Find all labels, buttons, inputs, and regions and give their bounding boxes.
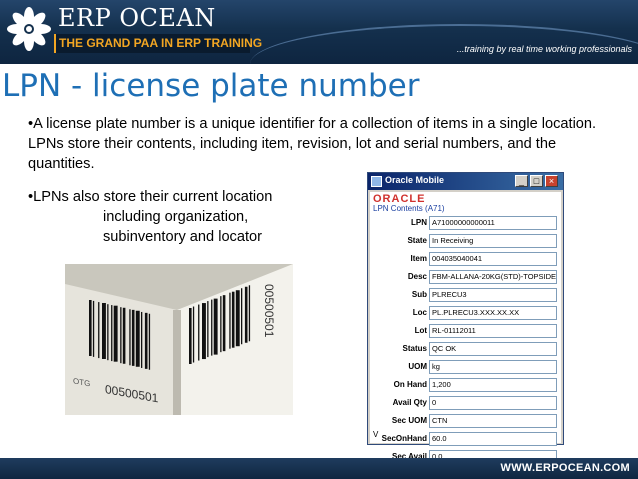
field-row-sub: Sub PLRECU3 — [370, 287, 561, 305]
field-value[interactable]: 1,200 — [429, 378, 557, 392]
field-row-uom: UOM kg — [370, 359, 561, 377]
barcode-bar — [111, 305, 113, 362]
bullet-lpn-location-line2: including organization, — [103, 209, 249, 225]
field-value[interactable]: kg — [429, 360, 557, 374]
bullet-lpn-location: •LPNs also store their current location — [28, 189, 273, 205]
erp-ocean-flower-logo — [7, 7, 51, 51]
barcode-bar — [222, 295, 226, 352]
tagline-text: THE GRAND PAA IN ERP TRAINING — [59, 36, 263, 50]
barcode-bar — [131, 309, 135, 366]
barcode-bar — [244, 286, 248, 343]
slogan-text: ...training by real time working profess… — [456, 44, 632, 54]
bullet-lpn-location-line3: subinventory and locator — [103, 229, 263, 245]
barcode-bar — [113, 305, 118, 362]
field-value[interactable]: 60.0 — [429, 432, 557, 446]
field-label: Status — [402, 344, 427, 353]
field-label: Loc — [412, 308, 427, 317]
field-label: On Hand — [393, 380, 427, 389]
barcode-bar — [192, 306, 195, 363]
field-label: LPN — [411, 218, 427, 227]
barcode-bar — [229, 292, 231, 349]
field-row-loc: Loc PL.PLRECU3.XXX.XX.XX — [370, 305, 561, 323]
maximize-icon[interactable]: □ — [530, 175, 543, 187]
field-value[interactable]: CTN — [429, 414, 557, 428]
field-row-on-hand: On Hand 1,200 — [370, 377, 561, 395]
barcode-label-photo: 00500501 OTG 00500501 — [65, 264, 293, 415]
field-row-item: Item 004035040041 — [370, 251, 561, 269]
field-value[interactable]: A71000000000011 — [429, 216, 557, 230]
barcode-bar — [129, 309, 131, 366]
oracle-mobile-window: Oracle Mobile _ □ × ORACLE LPN Contents … — [367, 172, 564, 464]
field-value[interactable]: PL.PLRECU3.XXX.XX.XX — [429, 306, 557, 320]
close-icon[interactable]: × — [545, 175, 558, 187]
barcode-bar — [235, 290, 240, 347]
barcode-photo-graphic: 00500501 OTG 00500501 — [65, 264, 293, 415]
lpn-contents-heading: LPN Contents (A71) — [373, 204, 445, 213]
field-label: Item — [410, 254, 427, 263]
window-titlebar[interactable]: Oracle Mobile _ □ × — [368, 173, 563, 190]
field-row-seconhand: SecOnHand 60.0 — [370, 431, 561, 449]
field-row-desc: Desc FBM-ALLANA-20KG(STD)-TOPSIDE — [370, 269, 561, 287]
field-value[interactable]: FBM-ALLANA-20KG(STD)-TOPSIDE — [429, 270, 557, 284]
barcode-bar — [89, 300, 92, 356]
barcode-bar — [202, 303, 206, 360]
field-value[interactable]: In Receiving — [429, 234, 557, 248]
window-app-icon — [371, 176, 382, 187]
window-title: Oracle Mobile — [385, 175, 445, 185]
barcode-bar — [107, 304, 109, 361]
barcode-bar — [220, 296, 222, 353]
tagline-box: THE GRAND PAA IN ERP TRAINING — [54, 34, 262, 53]
barcode-bar — [122, 307, 126, 364]
minimize-icon[interactable]: _ — [515, 175, 528, 187]
field-value[interactable]: 0 — [429, 396, 557, 410]
window-body: ORACLE LPN Contents (A71) LPN A7100000000… — [370, 192, 561, 464]
window-status-char: V — [373, 430, 379, 439]
barcode-bar — [144, 312, 148, 369]
footer-bar: WWW.ERPOCEAN.COM — [0, 458, 638, 479]
field-label: UOM — [408, 362, 427, 371]
field-row-avail-qty: Avail Qty 0 — [370, 395, 561, 413]
barcode-bar — [207, 301, 209, 358]
barcode-bar — [198, 304, 200, 361]
field-label: Sec UOM — [391, 416, 427, 425]
footer-url[interactable]: WWW.ERPOCEAN.COM — [501, 462, 630, 474]
field-label: Lot — [414, 326, 427, 335]
field-row-status: Status QC OK — [370, 341, 561, 359]
barcode-bar — [211, 299, 213, 356]
field-row-sec-uom: Sec UOM CTN — [370, 413, 561, 431]
field-label: Avail Qty — [392, 398, 427, 407]
barcode-bar — [248, 285, 251, 342]
barcode-bar — [213, 298, 218, 355]
barcode-bar — [120, 307, 122, 364]
field-value[interactable]: 004035040041 — [429, 252, 557, 266]
brand-name: ERP OCEAN — [58, 4, 216, 32]
field-label: SecOnHand — [381, 434, 427, 443]
field-label: Sub — [411, 290, 427, 299]
bullet-lpn-definition: •A license plate number is a unique iden… — [28, 116, 597, 172]
barcode-bar — [241, 288, 243, 345]
header-banner: ERP OCEAN THE GRAND PAA IN ERP TRAINING … — [0, 0, 638, 64]
barcode-bar — [141, 311, 143, 368]
field-value[interactable]: PLRECU3 — [429, 288, 557, 302]
barcode-bar — [92, 300, 95, 357]
barcode-number-top: 00500501 — [262, 284, 276, 338]
field-value[interactable]: QC OK — [429, 342, 557, 356]
barcode-bar — [189, 308, 192, 364]
field-row-lot: Lot RL-01112011 — [370, 323, 561, 341]
field-row-state: State In Receiving — [370, 233, 561, 251]
slide-title: LPN - license plate number — [2, 68, 420, 104]
field-label: State — [407, 236, 427, 245]
barcode-bar — [102, 302, 106, 359]
field-value[interactable]: RL-01112011 — [429, 324, 557, 338]
barcode-bar — [148, 313, 151, 370]
lpn-field-list: LPN A71000000000011 State In Receiving Item 0… — [370, 215, 561, 467]
barcode-bar — [98, 302, 100, 359]
field-row-lpn: LPN A71000000000011 — [370, 215, 561, 233]
barcode-bar — [135, 310, 140, 367]
field-label: Desc — [407, 272, 427, 281]
barcode-bar — [231, 291, 235, 348]
